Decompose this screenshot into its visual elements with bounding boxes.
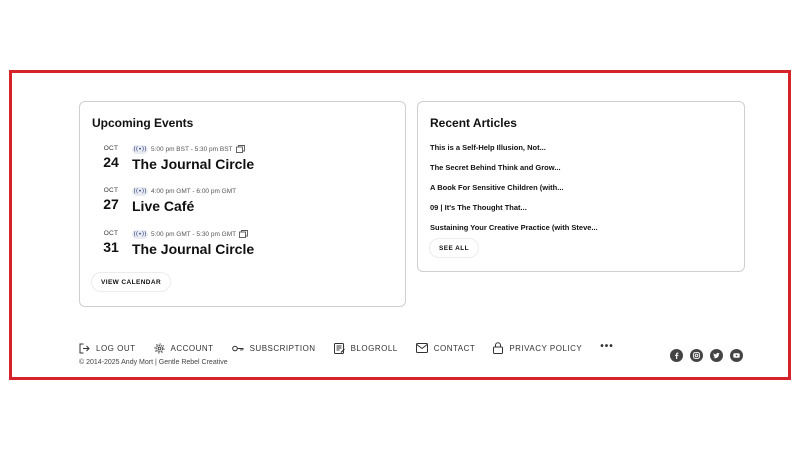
event-name[interactable]: Live Café bbox=[132, 198, 194, 214]
events-title: Upcoming Events bbox=[92, 116, 194, 130]
timezone-icon bbox=[239, 230, 249, 238]
event-meta: ((•)) 5:00 pm GMT - 5:30 pm GMT bbox=[132, 229, 249, 239]
blogroll-icon bbox=[333, 342, 345, 354]
event-name[interactable]: The Journal Circle bbox=[132, 241, 254, 257]
article-link[interactable]: This is a Self-Help Illusion, Not... bbox=[430, 143, 546, 152]
upcoming-events-card: Upcoming Events OCT 24 ((•)) 5:00 pm BST… bbox=[79, 101, 406, 307]
nav-blogroll[interactable]: BLOGROLL bbox=[333, 342, 398, 354]
articles-title: Recent Articles bbox=[430, 116, 517, 130]
nav-label: SUBSCRIPTION bbox=[249, 343, 316, 353]
copyright-text: © 2014-2025 Andy Mort | Gentle Rebel Cre… bbox=[79, 359, 228, 366]
key-icon bbox=[231, 345, 244, 351]
recent-articles-card: Recent Articles This is a Self-Help Illu… bbox=[417, 101, 745, 272]
event-name[interactable]: The Journal Circle bbox=[132, 156, 254, 172]
logout-icon bbox=[79, 343, 90, 353]
social-links bbox=[670, 349, 750, 362]
event-month: OCT bbox=[103, 187, 119, 194]
gear-icon bbox=[154, 343, 165, 353]
footer-nav: LOG OUT ACCOUNT SUBSCRIPTION BLOGROLL CO… bbox=[79, 341, 614, 354]
mail-icon bbox=[415, 343, 428, 353]
event-item[interactable]: OCT 24 ((•)) 5:00 pm BST - 5:30 pm BST T… bbox=[92, 144, 392, 180]
event-time: 4:00 pm GMT - 6:00 pm GMT bbox=[151, 187, 237, 195]
event-day: 27 bbox=[103, 196, 119, 212]
event-item[interactable]: OCT 27 ((•)) 4:00 pm GMT - 6:00 pm GMT L… bbox=[92, 186, 392, 222]
article-link[interactable]: The Secret Behind Think and Grow... bbox=[430, 163, 561, 172]
nav-label: LOG OUT bbox=[96, 343, 136, 353]
nav-logout[interactable]: LOG OUT bbox=[79, 343, 136, 354]
event-meta: ((•)) 5:00 pm BST - 5:30 pm BST bbox=[132, 144, 245, 154]
event-time: 5:00 pm BST - 5:30 pm BST bbox=[151, 145, 233, 153]
youtube-icon[interactable] bbox=[730, 349, 743, 362]
event-date: OCT 24 bbox=[92, 144, 130, 170]
event-month: OCT bbox=[103, 230, 119, 237]
see-all-button[interactable]: SEE ALL bbox=[430, 239, 479, 257]
event-month: OCT bbox=[103, 145, 119, 152]
nav-label: CONTACT bbox=[433, 343, 476, 353]
event-date: OCT 31 bbox=[92, 229, 130, 255]
nav-subscription[interactable]: SUBSCRIPTION bbox=[231, 343, 316, 353]
online-event-icon: ((•)) bbox=[132, 229, 148, 239]
article-link[interactable]: A Book For Sensitive Children (with... bbox=[430, 183, 563, 192]
event-day: 31 bbox=[103, 239, 119, 255]
event-day: 24 bbox=[103, 154, 119, 170]
event-item[interactable]: OCT 31 ((•)) 5:00 pm GMT - 5:30 pm GMT T… bbox=[92, 229, 392, 265]
nav-label: ACCOUNT bbox=[170, 343, 214, 353]
more-menu-button[interactable]: ••• bbox=[600, 341, 614, 352]
nav-contact[interactable]: CONTACT bbox=[415, 343, 476, 353]
view-calendar-button[interactable]: VIEW CALENDAR bbox=[92, 273, 171, 291]
facebook-icon[interactable] bbox=[670, 349, 683, 362]
lock-icon bbox=[493, 342, 504, 354]
timezone-icon bbox=[235, 145, 245, 153]
instagram-icon[interactable] bbox=[690, 349, 703, 362]
online-event-icon: ((•)) bbox=[132, 186, 148, 196]
event-time: 5:00 pm GMT - 5:30 pm GMT bbox=[151, 230, 237, 238]
nav-label: PRIVACY POLICY bbox=[509, 343, 583, 353]
nav-privacy-policy[interactable]: PRIVACY POLICY bbox=[493, 342, 582, 354]
event-date: OCT 27 bbox=[92, 186, 130, 212]
article-link[interactable]: Sustaining Your Creative Practice (with … bbox=[430, 223, 598, 232]
twitter-icon[interactable] bbox=[710, 349, 723, 362]
article-link[interactable]: 09 | It's The Thought That... bbox=[430, 203, 527, 212]
event-meta: ((•)) 4:00 pm GMT - 6:00 pm GMT bbox=[132, 186, 236, 196]
online-event-icon: ((•)) bbox=[132, 144, 148, 154]
nav-account[interactable]: ACCOUNT bbox=[154, 343, 214, 354]
nav-label: BLOGROLL bbox=[350, 343, 398, 353]
